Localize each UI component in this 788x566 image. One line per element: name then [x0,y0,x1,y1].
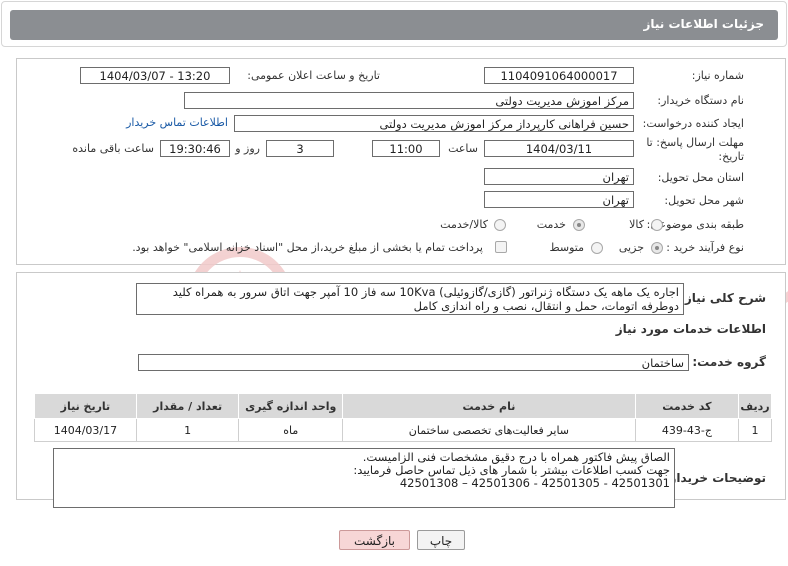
remaining-time-field: 19:30:46 [160,140,230,157]
category-option-goods-service: کالا/خدمت [440,218,488,231]
cell-unit: ماه [238,418,344,442]
service-group-label: گروه خدمت: [692,355,766,369]
cell-service-name: سایر فعالیت‌های تخصصی ساختمان [342,418,636,442]
cell-service-code: ج-43-439 [634,418,740,442]
print-button[interactable]: چاپ [417,530,465,550]
buyer-org-label: نام دستگاه خریدار: [657,94,744,107]
remaining-label: ساعت باقی مانده [72,142,154,155]
col-quantity: تعداد / مقدار [135,393,240,419]
days-field: 3 [266,140,334,157]
services-table: ردیف کد خدمت نام خدمت واحد اندازه گیری ت… [34,393,772,442]
province-label: استان محل تحویل: [657,171,744,184]
buyer-contact-link[interactable]: اطلاعات تماس خریدار [126,116,228,129]
buyer-org-field: مرکز اموزش مدیریت دولتی [184,92,634,109]
description-textarea[interactable]: اجاره یک ماهه یک دستگاه ژنراتور (گازی/گا… [136,283,684,315]
page-header: جزئیات اطلاعات نیاز [1,1,787,47]
deadline-date-field: 1404/03/11 [484,140,634,157]
process-option-partial: جزیی [618,241,644,254]
buyer-notes-label: توضیحات خریدار: [664,471,766,485]
col-service-name: نام خدمت [342,393,636,419]
payment-note: پرداخت تمام یا بخشی از مبلغ خرید،از محل … [132,241,483,254]
description-label: شرح کلی نیاز: [680,291,766,305]
province-field: تهران [484,168,634,185]
days-label: روز و [235,142,260,155]
payment-checkbox[interactable] [495,241,507,253]
deadline-time-field: 11:00 [372,140,440,157]
deadline-time-label: ساعت [448,142,478,155]
buyer-notes-textarea[interactable]: الصاق پیش فاکتور همراه با درج دقیق مشخصا… [53,448,675,508]
cell-need-date: 1404/03/17 [34,418,137,442]
col-unit: واحد اندازه گیری [238,393,344,419]
header-bar: جزئیات اطلاعات نیاز [10,10,778,40]
buyer-notes-line-3: 42501301 - 42501305 - 42501306 – 4250130… [399,476,670,490]
category-radio-goods[interactable] [651,219,663,231]
need-number-label: شماره نیاز: [691,69,744,82]
requester-label: ایجاد کننده درخواست: [642,117,744,130]
announce-field: 1404/03/07 - 13:20 [80,67,230,84]
requester-field: حسین فراهانی کارپرداز مرکز اموزش مدیریت … [234,115,634,132]
category-option-service: خدمت [536,218,566,231]
col-service-code: کد خدمت [634,393,740,419]
page-title: جزئیات اطلاعات نیاز [643,17,764,31]
services-table-header: ردیف کد خدمت نام خدمت واحد اندازه گیری ت… [34,393,772,419]
announce-label: تاریخ و ساعت اعلان عمومی: [247,69,380,82]
col-row-number: ردیف [738,393,772,419]
city-field: تهران [484,191,634,208]
col-need-date: تاریخ نیاز [34,393,137,419]
need-number-field: 1104091064000017 [484,67,634,84]
deadline-label: مهلت ارسال پاسخ: تا تاریخ: [646,136,744,163]
process-option-medium: متوسط [549,241,584,254]
category-option-goods: کالا [629,218,644,231]
cell-row-number: 1 [738,418,772,442]
cell-quantity: 1 [135,418,240,442]
process-radio-medium[interactable] [591,242,603,254]
process-radio-partial[interactable] [651,242,663,254]
back-button[interactable]: بازگشت [339,530,410,550]
services-section-title: اطلاعات خدمات مورد نیاز [615,322,766,336]
category-radio-service[interactable] [573,219,585,231]
service-group-field: ساختمان [138,354,689,371]
category-radio-goods-service[interactable] [494,219,506,231]
city-label: شهر محل تحویل: [664,194,744,207]
process-label: نوع فرآیند خرید : [666,241,744,254]
table-row: 1 ج-43-439 سایر فعالیت‌های تخصصی ساختمان… [34,418,772,442]
